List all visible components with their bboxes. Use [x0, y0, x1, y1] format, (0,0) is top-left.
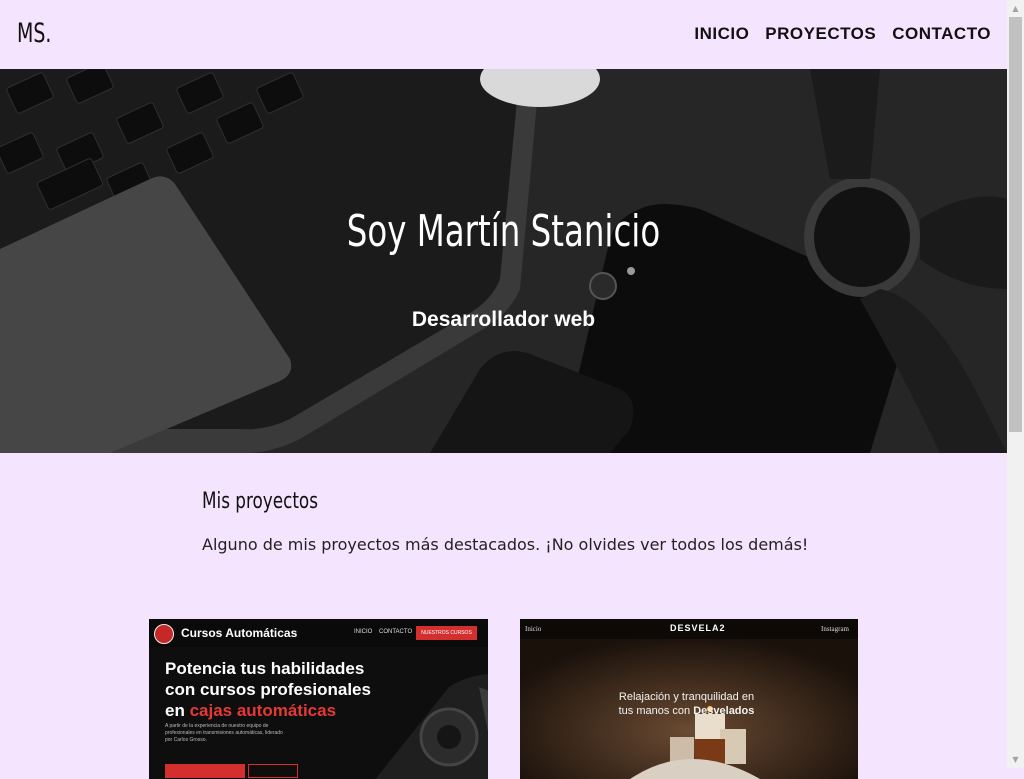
card-nav-contacto: CONTACTO — [379, 629, 413, 635]
hero-section: Soy Martín Stanicio Desarrollador web — [0, 69, 1007, 453]
hero-title: Soy Martín Stanicio — [346, 206, 661, 257]
card-nav-instagram: Instagram — [821, 625, 849, 633]
card-small-text: A partir de la experiencia de nuestro eq… — [165, 723, 283, 743]
card-nav-inicio: INICIO — [354, 629, 373, 635]
card-logo: DESVELA2 — [670, 623, 726, 633]
card-cursos-button: NUESTROS CURSOS — [416, 626, 477, 640]
card-headline: Potencia tus habilidades con cursos prof… — [165, 659, 371, 720]
scroll-down-arrow-icon[interactable]: ▼ — [1007, 751, 1024, 768]
car-logo-icon — [154, 624, 174, 644]
card-nav-inicio: Inicio — [525, 625, 542, 633]
site-logo[interactable]: MS. — [17, 18, 51, 49]
hero-background-image — [0, 69, 1007, 453]
card-cta-secondary — [248, 764, 298, 778]
scroll-up-arrow-icon[interactable]: ▲ — [1007, 0, 1024, 17]
scroll-thumb[interactable] — [1009, 17, 1022, 432]
main-nav: INICIO PROYECTOS CONTACTO — [694, 24, 991, 44]
site-header: MS. INICIO PROYECTOS CONTACTO — [0, 0, 1007, 69]
projects-description: Alguno de mis proyectos más destacados. … — [202, 535, 809, 554]
projects-title: Mis proyectos — [202, 489, 318, 514]
project-card-cursos-automaticas[interactable]: Cursos Automáticas INICIO CONTACTO NUEST… — [149, 619, 488, 779]
card-cta-primary — [165, 764, 245, 778]
nav-contacto[interactable]: CONTACTO — [892, 24, 991, 44]
card-text: Relajación y tranquilidad en tus manos c… — [618, 691, 755, 717]
hero-subtitle: Desarrollador web — [411, 308, 596, 331]
project-card-desvelados[interactable]: Inicio DESVELA2 Instagram Relajación y t… — [520, 619, 858, 779]
nav-proyectos[interactable]: PROYECTOS — [765, 24, 876, 44]
nav-inicio[interactable]: INICIO — [694, 24, 749, 44]
page-scrollbar[interactable]: ▲ ▼ — [1007, 0, 1024, 768]
card-brand: Cursos Automáticas — [181, 626, 298, 640]
